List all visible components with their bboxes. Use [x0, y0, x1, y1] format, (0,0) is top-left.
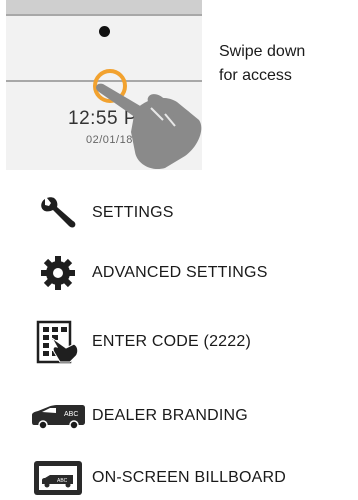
- van-icon: ABC: [30, 396, 86, 436]
- swipe-hint-text: Swipe down for access: [219, 40, 354, 88]
- panel-top-line: [6, 14, 202, 16]
- wrench-icon: [30, 193, 86, 233]
- menu-item-dealer-branding[interactable]: ABC DEALER BRANDING: [30, 396, 248, 436]
- menu-item-label: ENTER CODE (2222): [92, 333, 251, 350]
- menu-item-label: ON-SCREEN BILLBOARD: [92, 469, 287, 486]
- menu-item-on-screen-billboard[interactable]: ABC ON-SCREEN BILLBOARD: [30, 458, 286, 498]
- svg-text:ABC: ABC: [57, 478, 68, 484]
- camera-dot: [99, 26, 110, 37]
- menu-item-label: DEALER BRANDING: [92, 407, 248, 424]
- svg-text:ABC: ABC: [64, 411, 78, 418]
- menu-item-enter-code[interactable]: ENTER CODE (2222): [30, 320, 251, 364]
- hint-line-2: for access: [219, 67, 292, 84]
- gear-icon: [30, 253, 86, 293]
- menu-item-advanced-settings[interactable]: ADVANCED SETTINGS: [30, 253, 268, 293]
- menu-item-settings[interactable]: SETTINGS: [30, 193, 174, 233]
- hint-line-1: Swipe down: [219, 43, 306, 60]
- billboard-icon: ABC: [30, 458, 86, 498]
- keypad-hand-icon: [30, 320, 86, 364]
- menu-item-label: ADVANCED SETTINGS: [92, 264, 268, 281]
- menu-item-label: SETTINGS: [92, 204, 174, 221]
- swipe-illustration: 12:55 P 02/01/18 Swipe down for access: [0, 0, 358, 170]
- pointing-hand-icon: [96, 83, 202, 170]
- panel-top-bar: [6, 0, 202, 14]
